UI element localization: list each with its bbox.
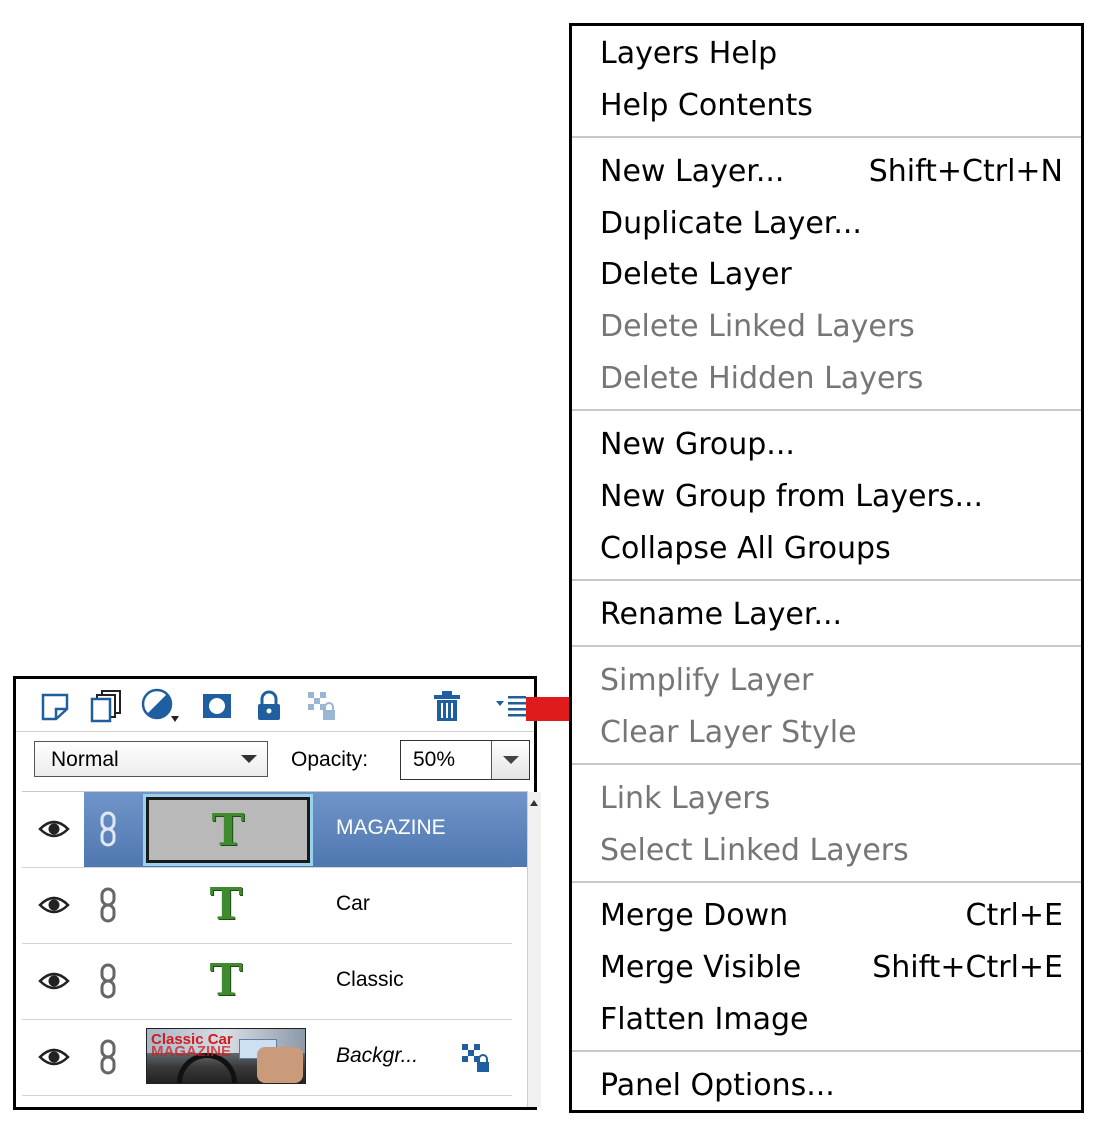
blend-opacity-row: Normal Opacity: 50%	[16, 732, 534, 784]
menu-separator	[572, 645, 1081, 647]
layer-row-car[interactable]: T Car	[22, 868, 512, 944]
menu-item-delete-layer[interactable]: Delete Layer	[600, 257, 792, 293]
eye-icon[interactable]	[38, 892, 70, 918]
panel-menu-icon[interactable]	[494, 689, 528, 723]
menu-item-layers-help[interactable]: Layers Help	[600, 36, 777, 72]
menu-item-clear-layer-style: Clear Layer Style	[600, 715, 857, 750]
menu-separator	[572, 763, 1081, 765]
new-group-icon[interactable]	[90, 689, 124, 723]
layer-thumbnail: T	[146, 874, 306, 934]
link-chain-icon[interactable]	[98, 887, 118, 923]
link-chain-icon[interactable]	[98, 811, 118, 847]
menu-item-select-linked-layers: Select Linked Layers	[600, 833, 909, 868]
layer-row-background[interactable]: Classic Car MAGAZINE Backgr...	[22, 1020, 512, 1096]
opacity-label: Opacity:	[291, 748, 369, 771]
layer-name: MAGAZINE	[336, 816, 446, 839]
layers-panel: Normal Opacity: 50% T MAGAZINE T Car T C…	[13, 676, 541, 1110]
link-chain-icon[interactable]	[98, 963, 118, 999]
eye-icon[interactable]	[38, 1044, 70, 1070]
chevron-down-icon	[241, 755, 257, 763]
new-layer-icon[interactable]	[38, 689, 72, 723]
menu-item-delete-linked-layers: Delete Linked Layers	[600, 309, 915, 344]
text-layer-icon: T	[211, 804, 245, 856]
lock-transparency-icon[interactable]	[306, 689, 340, 723]
blend-mode-select[interactable]: Normal	[34, 741, 268, 777]
layers-toolbar	[16, 679, 534, 732]
layer-mask-icon[interactable]	[200, 689, 234, 723]
menu-item-merge-down[interactable]: Merge Down	[600, 898, 788, 934]
layers-panel-menu: Layers Help Help Contents New Layer... S…	[569, 23, 1084, 1113]
blend-mode-value: Normal	[51, 748, 119, 771]
menu-item-collapse-all-groups[interactable]: Collapse All Groups	[600, 531, 891, 567]
text-layer-icon: T	[209, 954, 243, 1006]
text-layer-icon: T	[209, 878, 243, 930]
layer-name: Car	[336, 892, 370, 915]
menu-item-new-layer[interactable]: New Layer...	[600, 154, 784, 190]
lock-all-icon[interactable]	[252, 689, 286, 723]
menu-separator	[572, 1050, 1081, 1052]
menu-item-link-layers: Link Layers	[600, 781, 771, 816]
opacity-field[interactable]: 50%	[400, 740, 530, 780]
menu-separator	[572, 136, 1081, 138]
shortcut-merge-down: Ctrl+E	[965, 898, 1063, 933]
layer-name: Backgr...	[336, 1044, 419, 1067]
eye-icon[interactable]	[38, 816, 70, 842]
menu-item-flatten-image[interactable]: Flatten Image	[600, 1002, 808, 1038]
layer-list: T MAGAZINE T Car T Classic Classic Car M…	[22, 791, 541, 1107]
menu-item-duplicate-layer[interactable]: Duplicate Layer...	[600, 206, 862, 242]
eye-icon[interactable]	[38, 968, 70, 994]
menu-item-merge-visible[interactable]: Merge Visible	[600, 950, 801, 986]
menu-item-help-contents[interactable]: Help Contents	[600, 88, 813, 124]
menu-separator	[572, 579, 1081, 581]
opacity-dropdown-button[interactable]	[491, 741, 529, 779]
menu-item-new-group-from-layers[interactable]: New Group from Layers...	[600, 479, 983, 515]
shortcut-merge-visible: Shift+Ctrl+E	[872, 950, 1063, 985]
menu-item-new-group[interactable]: New Group...	[600, 427, 795, 463]
adjustment-layer-icon[interactable]	[140, 688, 186, 723]
menu-separator	[572, 881, 1081, 883]
thumb-text: MAGAZINE	[151, 1043, 231, 1060]
menu-separator	[572, 409, 1081, 411]
opacity-value: 50%	[413, 748, 456, 771]
link-chain-icon[interactable]	[98, 1039, 118, 1075]
layer-thumbnail: Classic Car MAGAZINE	[146, 1026, 306, 1086]
layer-thumbnail: T	[143, 794, 313, 866]
menu-item-panel-options[interactable]: Panel Options...	[600, 1068, 835, 1104]
shortcut-new-layer: Shift+Ctrl+N	[868, 154, 1063, 189]
layer-name: Classic	[336, 968, 404, 991]
menu-item-rename-layer[interactable]: Rename Layer...	[600, 597, 842, 633]
scroll-up-icon[interactable]	[530, 800, 538, 806]
background-image-thumbnail: Classic Car MAGAZINE	[146, 1028, 306, 1084]
menu-item-delete-hidden-layers: Delete Hidden Layers	[600, 361, 924, 396]
locked-transparency-icon	[462, 1044, 489, 1072]
menu-item-simplify-layer: Simplify Layer	[600, 663, 814, 698]
layer-row-magazine[interactable]: T MAGAZINE	[22, 792, 527, 868]
layer-thumbnail: T	[146, 950, 306, 1010]
layer-row-classic[interactable]: T Classic	[22, 944, 512, 1020]
trash-icon[interactable]	[430, 689, 464, 723]
layer-list-scrollbar[interactable]	[527, 792, 541, 1107]
